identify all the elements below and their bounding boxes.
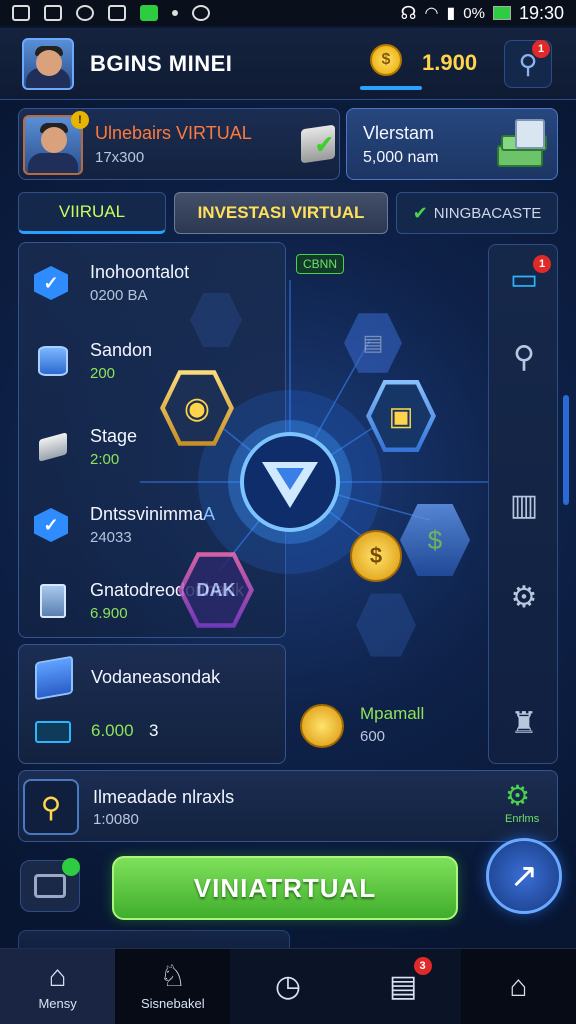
coin-icon: $: [350, 530, 402, 582]
clock-icon: ◷: [274, 969, 302, 1003]
piggy-bank-icon: ♘: [159, 960, 187, 993]
coin-icon: $: [370, 44, 402, 76]
nav-home-label: Mensy: [38, 996, 77, 1011]
nav-history[interactable]: ◷: [230, 949, 345, 1024]
cash-icon: $: [427, 524, 443, 555]
clock: 19:30: [518, 2, 564, 23]
profile-amount: 17x300: [95, 149, 145, 166]
nav-sisnebakel-label: Sisnebakel: [141, 996, 205, 1011]
document-folder-icon: [34, 582, 72, 620]
tab-ningbacaste-label: NINGBACASTE: [433, 204, 542, 222]
reward-side-label: Enrlms: [505, 813, 540, 825]
search-settings-icon[interactable]: ⚲: [502, 335, 546, 379]
do-not-disturb-icon: [192, 5, 210, 21]
battery-icon: [492, 6, 511, 20]
chart-notification-icon: [108, 5, 126, 21]
bottom-nav: ⌂ Mensy ♘ Sisnebakel ◷ ▤ 3 ⌂: [0, 948, 576, 1024]
list-item[interactable]: Stage 2:00: [34, 426, 137, 468]
reward-row[interactable]: ⚲ Ilmeadade nlraxls 1:0080 ⚙ Enrlms: [18, 770, 558, 842]
gear-green-icon[interactable]: ⚙: [505, 779, 530, 812]
reward-value: 1:0080: [93, 811, 139, 828]
reward-title: Ilmeadade nlraxls: [93, 787, 235, 807]
tab-ningbacaste[interactable]: ✔ NINGBACASTE: [396, 192, 558, 234]
message-notification-icon: [140, 5, 158, 21]
status-badge: CBNN: [296, 254, 345, 274]
box-check-icon: ✔: [301, 124, 335, 164]
tab-virual[interactable]: VIIRUAL: [18, 192, 166, 234]
tablet-icon: ▣: [371, 384, 431, 448]
trend-arrow-icon: ↗: [509, 857, 539, 895]
vodanea-card[interactable]: Vodaneasondak 6.000 3: [18, 644, 286, 764]
app-notification-icon: [12, 5, 30, 21]
nav-sisnebakel[interactable]: ♘ Sisnebakel: [115, 949, 231, 1024]
package-icon: [35, 655, 73, 701]
vibrate-icon: ☊: [400, 2, 417, 23]
profile-alert-badge: !: [71, 111, 89, 129]
mpamall-value: 600: [360, 728, 386, 745]
growth-fab-button[interactable]: ↗: [486, 838, 562, 914]
balance-underline: [360, 86, 422, 90]
home-icon: ⌂: [48, 960, 67, 993]
profile-name: Ulnebairs VIRTUAL: [95, 123, 252, 143]
shield-check-icon: ✓: [34, 508, 68, 542]
list-item[interactable]: Sandon 200: [34, 340, 152, 382]
user-house-icon: ⌂: [509, 969, 528, 1003]
app-title: BGINS MINEI: [90, 51, 233, 76]
wallet-badge: [62, 858, 80, 876]
card-icon: ▤: [362, 330, 384, 355]
stats-title: Vlerstam: [363, 123, 435, 143]
nav-reports[interactable]: ▤ 3: [346, 949, 461, 1024]
coin-stack-icon: ◉: [165, 374, 229, 442]
wallet-icon: [34, 874, 66, 898]
nav-profile[interactable]: ⌂: [460, 949, 576, 1024]
tools-notification-icon: [44, 5, 62, 21]
stats-value: 5,000 nam: [363, 149, 439, 166]
reports-badge: 3: [413, 957, 432, 975]
cube-icon: [34, 428, 72, 466]
sidebar-badge: 1: [533, 255, 551, 273]
vodanea-value: 6.000: [91, 721, 134, 740]
asset-value: 2:00: [90, 451, 120, 468]
signal-icon: ▮: [446, 5, 456, 22]
magnifier-money-icon: ⚲: [23, 779, 79, 835]
app-header: BGINS MINEI $ 1.900 ⚲ 1: [0, 28, 576, 100]
wifi-icon: ◠: [424, 5, 439, 22]
database-icon: [34, 342, 72, 380]
nav-home[interactable]: ⌂ Mensy: [0, 949, 116, 1024]
notification-badge: 1: [532, 40, 550, 58]
document-icon: ▤: [389, 969, 418, 1003]
check-icon: ✔: [412, 202, 428, 223]
battery-level: 0%: [463, 4, 485, 22]
user-avatar[interactable]: [22, 38, 74, 90]
shield-check-icon: ✓: [34, 266, 68, 300]
alarm-icon: [76, 5, 94, 21]
vodanea-count: 3: [149, 721, 159, 740]
status-bar: ☊ ◠ ▮ 0% 19:30: [0, 0, 576, 26]
building-icon[interactable]: ▥: [502, 483, 546, 527]
right-sidebar: ▭ 1 ⚲ ▥ ⚙ ♜: [488, 244, 569, 764]
activate-virtual-button[interactable]: VINIATRTUAL: [112, 856, 458, 920]
tab-investasi-virtual[interactable]: INVESTASI VIRTUAL: [174, 192, 388, 234]
stats-card[interactable]: Vlerstam 5,000 nam: [346, 108, 558, 180]
coin-stack-icon: [300, 704, 344, 748]
dot-icon: [172, 10, 178, 16]
scrollbar[interactable]: [563, 395, 569, 505]
credit-card-icon: [35, 721, 71, 743]
trophy-icon[interactable]: ♜: [502, 701, 546, 745]
balance-value: 1.900: [422, 50, 478, 75]
money-stack-icon: [497, 119, 547, 171]
gear-icon[interactable]: ⚙: [502, 575, 546, 619]
mpamall-title: Mpamall: [360, 704, 425, 723]
dak-hex-label: DAK: [183, 556, 249, 624]
asset-title: Stage: [90, 426, 138, 446]
vodanea-title: Vodaneasondak: [91, 667, 221, 687]
profile-card[interactable]: ! Ulnebairs VIRTUAL 17x300 ✔: [18, 108, 340, 180]
